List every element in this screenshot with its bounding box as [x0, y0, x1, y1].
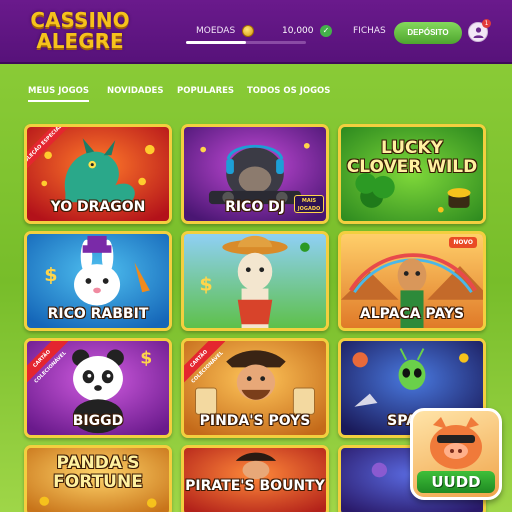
game-title: YO DRAGON	[50, 199, 146, 215]
top-header: CASSINO ALEGRE MOEDAS 10,000 ✓ FICHAS DE…	[0, 0, 512, 64]
game-title: PINDA'S POYS	[199, 413, 311, 429]
game-card-pindas-poys[interactable]: CARTÃO COLECIONÁVEL PINDA'S POYS	[181, 338, 329, 438]
game-card-lucky-clover-wild[interactable]: LUCKY CLOVER WILD	[338, 124, 486, 224]
check-icon: ✓	[320, 25, 332, 37]
user-icon	[473, 27, 484, 38]
coin-balance: MOEDAS 10,000 ✓	[186, 24, 332, 44]
game-title: ALPACA PAYS	[359, 306, 465, 322]
game-card-rico-dj[interactable]: MAIS JOGADO RICO DJ	[181, 124, 329, 224]
tab-novidades[interactable]: NOVIDADES	[107, 86, 163, 96]
tab-todos-os-jogos[interactable]: TODOS OS JOGOS	[247, 86, 330, 96]
llama-art: $	[184, 234, 326, 328]
game-title: RICO RABBIT	[47, 306, 149, 322]
game-card-alpaca-pays[interactable]: NOVO ALPACA PAYS	[338, 231, 486, 331]
fichas-label[interactable]: FICHAS	[353, 26, 386, 36]
tab-meus-jogos[interactable]: MEUS JOGOS	[28, 86, 89, 102]
coin-icon	[242, 25, 254, 37]
game-card-yo-dragon[interactable]: COLEÇÃO ESPECIAL YO DRAGON	[24, 124, 172, 224]
balance-label: MOEDAS	[196, 26, 236, 36]
game-card-llama[interactable]: $	[181, 231, 329, 331]
logo-line-1: CASSINO	[30, 8, 130, 32]
game-card-pirates-bounty[interactable]: PIRATE'S BOUNTY	[181, 445, 329, 512]
svg-text:$: $	[44, 264, 57, 286]
new-badge: NOVO	[449, 237, 477, 248]
svg-text:$: $	[199, 274, 212, 296]
game-card-biggd[interactable]: $ CARTÃO COLECIONÁVEL BIGGD	[24, 338, 172, 438]
casino-logo[interactable]: CASSINO ALEGRE	[30, 10, 130, 52]
floating-app-label: UUDD	[417, 471, 495, 493]
floating-app-icon[interactable]: UUDD	[410, 408, 502, 500]
balance-progress-fill	[186, 41, 246, 44]
game-card-pandas-fortune[interactable]: PANDA'S FORTUNE	[24, 445, 172, 512]
tab-populares[interactable]: POPULARES	[177, 86, 234, 96]
game-title: BIGGD	[72, 413, 124, 429]
game-title: PIRATE'S BOUNTY	[185, 478, 325, 494]
game-title: PANDA'S FORTUNE	[53, 453, 143, 492]
logo-line-2: ALEGRE	[36, 29, 124, 53]
balance-progress-track	[186, 41, 306, 44]
svg-text:$: $	[140, 349, 152, 369]
balance-value: 10,000	[282, 26, 314, 36]
deposit-button[interactable]: DEPÓSITO	[394, 22, 462, 44]
game-card-rico-rabbit[interactable]: $ RICO RABBIT	[24, 231, 172, 331]
fortune-pig-icon	[430, 417, 482, 469]
game-title: LUCKY CLOVER WILD	[346, 138, 478, 177]
game-title: RICO DJ	[225, 199, 285, 215]
notification-badge: 1	[482, 19, 491, 28]
